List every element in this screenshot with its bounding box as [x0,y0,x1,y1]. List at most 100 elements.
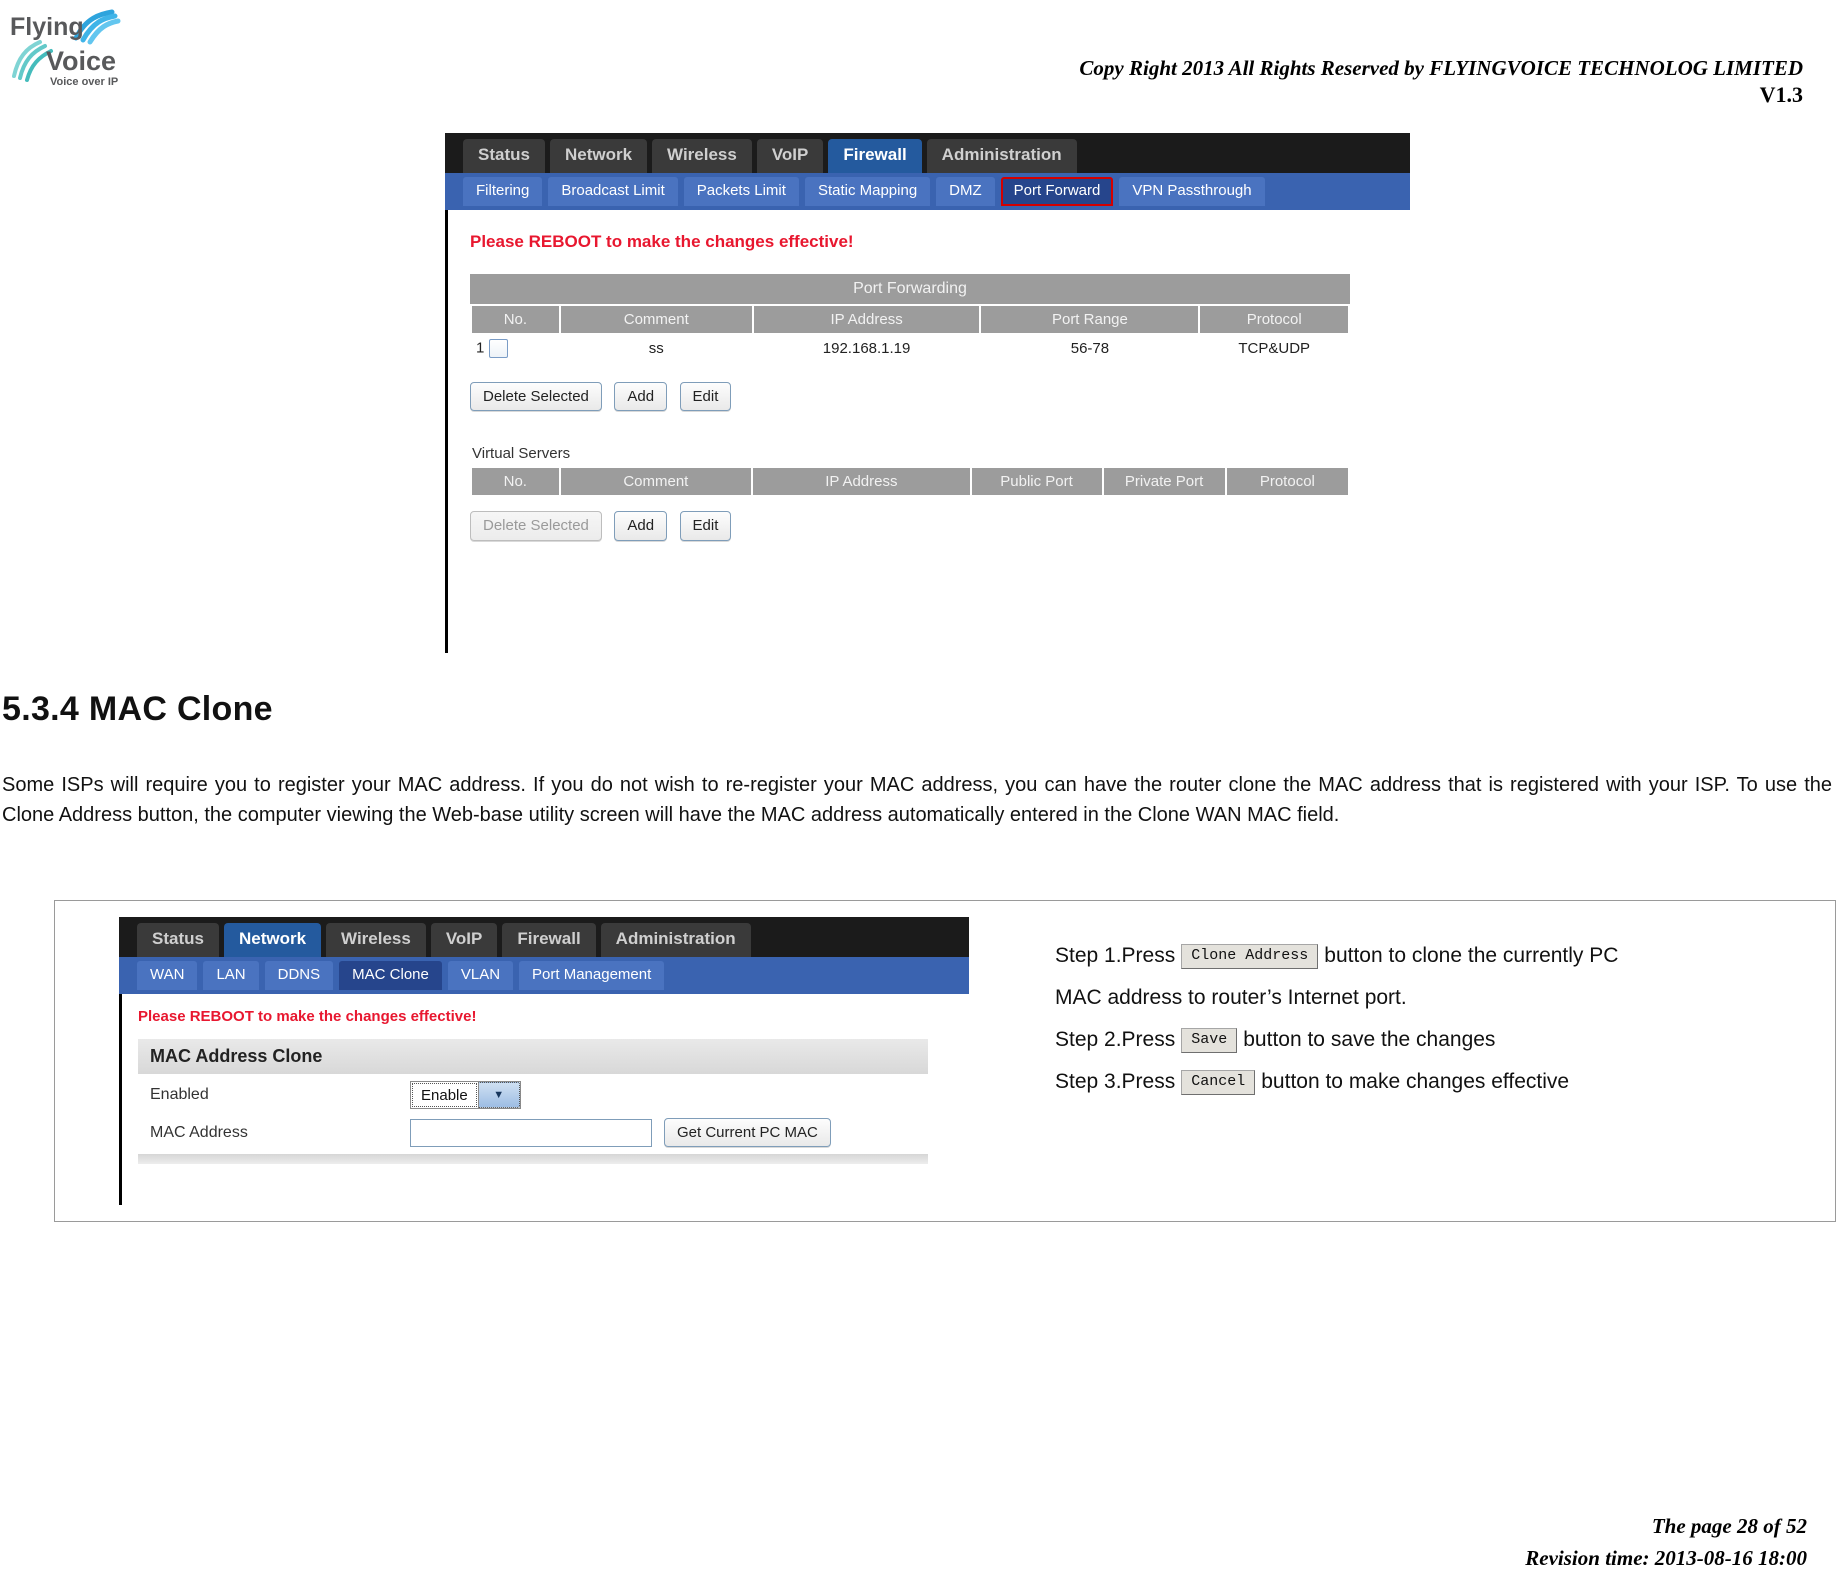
subtab-static-mapping[interactable]: Static Mapping [804,177,931,206]
clone-address-button[interactable]: Clone Address [1181,944,1319,969]
column-header: Public Port [971,468,1102,496]
enabled-select-value: Enable [412,1083,477,1107]
column-header: Protocol [1226,468,1348,496]
tab-wireless[interactable]: Wireless [652,139,752,173]
tab-administration[interactable]: Administration [600,923,751,957]
virtual-servers-title: Virtual Servers [472,445,571,463]
section-paragraph: Some ISPs will require you to register y… [2,774,1832,826]
mac-clone-screenshot: Status Network Wireless VoIP Firewall Adminis… [119,917,969,1205]
enabled-label: Enabled [150,1086,209,1103]
edit-button-pf[interactable]: Edit [679,382,732,412]
step-suffix: button to save the changes [1243,1028,1496,1051]
column-header: Protocol [1200,306,1348,333]
page-title: 5.3.4 MAC Clone [2,690,273,728]
firewall-sub-tab-row[interactable]: Filtering Broadcast Limit Packets Limit Sta… [445,173,1410,210]
subtab-broadcast-limit[interactable]: Broadcast Limit [548,177,678,206]
tab-status[interactable]: Status [463,139,545,173]
column-header: IP Address [753,468,970,496]
save-button[interactable]: Save [1181,1028,1238,1053]
column-header: Comment [560,468,752,496]
edit-button-vs[interactable]: Edit [679,511,732,541]
tab-firewall[interactable]: Firewall [502,923,596,957]
mac-clone-figure: Status Network Wireless VoIP Firewall Adminis… [54,900,1836,1222]
ip-address-cell: 192.168.1.19 [753,335,980,362]
flyingvoice-logo: Flying Voice Voice over IP [8,8,138,90]
step-line: Step 1.Press Clone Address button to clone… [1055,935,1795,977]
mac-address-label: MAC Address [150,1123,248,1141]
tab-voip[interactable]: VoIP [756,139,824,173]
tab-wireless[interactable]: Wireless [326,923,426,957]
step-continuation: MAC address to router’s Internet port. [1055,986,1407,1009]
row-checkbox[interactable] [488,339,508,358]
protocol-cell: TCP&UDP [1200,335,1348,362]
subtab-lan[interactable]: LAN [203,961,259,990]
enabled-row: Enabled Enable ▼ [138,1074,928,1116]
chevron-down-icon[interactable]: ▼ [477,1082,520,1108]
port-range-cell: 56-78 [981,335,1199,362]
version-text: V1.3 [1759,82,1803,107]
table-row: 1 ss 192.168.1.19 56-78 TCP&UDP [472,335,1348,362]
mac-address-input[interactable] [410,1118,652,1147]
port-forwarding-actions[interactable]: Delete Selected Add Edit [470,382,1392,412]
cancel-button[interactable]: Cancel [1181,1070,1256,1095]
subtab-filtering[interactable]: Filtering [463,177,543,206]
subtab-port-management[interactable]: Port Management [519,961,665,990]
svg-text:Voice: Voice [46,46,116,76]
mac-clone-main-tab-row[interactable]: Status Network Wireless VoIP Firewall Adminis… [119,917,969,957]
tab-voip[interactable]: VoIP [430,923,498,957]
step-suffix: button to make changes effective [1261,1070,1570,1093]
add-button-pf[interactable]: Add [614,382,668,412]
subtab-wan[interactable]: WAN [137,961,198,990]
footer-revision: Revision time: 2013-08-16 18:00 [1525,1545,1807,1570]
page-header: Flying Voice Voice over IP Copy Right 20… [0,0,1837,118]
comment-cell: ss [560,335,752,362]
column-header: Comment [560,306,752,333]
get-current-pc-mac-button[interactable]: Get Current PC MAC [664,1118,831,1148]
port-forwarding-table: No. Comment IP Address Port Range Protocol 1… [470,304,1350,364]
firewall-main-tab-row[interactable]: Status Network Wireless VoIP Firewall Adminis… [445,133,1410,173]
port-forwarding-banner: Port Forwarding [470,274,1350,304]
step-line: Step 2.Press Save button to save the chang… [1055,1019,1795,1061]
enabled-select[interactable]: Enable ▼ [410,1081,521,1109]
subtab-packets-limit[interactable]: Packets Limit [683,177,799,206]
subtab-ddns[interactable]: DDNS [264,961,334,990]
step-prefix: Step 2.Press [1055,1028,1176,1051]
copyright-text: Copy Right 2013 All Rights Reserved by F… [1079,56,1803,80]
firewall-port-forward-screenshot: Status Network Wireless VoIP Firewall Adminis… [445,133,1410,653]
tab-status[interactable]: Status [137,923,219,957]
step-prefix: Step 3.Press [1055,1070,1176,1093]
delete-selected-button-vs[interactable]: Delete Selected [470,511,602,541]
tab-network[interactable]: Network [223,923,322,957]
add-button-vs[interactable]: Add [614,511,668,541]
mac-clone-navbar: Status Network Wireless VoIP Firewall Adminis… [119,917,969,994]
step-prefix: Step 1.Press [1055,944,1176,967]
row-number-cell: 1 [472,335,559,362]
mac-address-clone-header: MAC Address Clone [138,1039,928,1074]
column-header: Port Range [981,306,1199,333]
tab-network[interactable]: Network [549,139,648,173]
subtab-port-forward[interactable]: Port Forward [1000,177,1114,206]
delete-selected-button-pf[interactable]: Delete Selected [470,382,602,412]
tab-firewall[interactable]: Firewall [828,139,922,173]
step-line: Step 3.Press Cancel button to make changes… [1055,1061,1795,1103]
steps-instructions: Step 1.Press Clone Address button to clone… [1055,935,1795,1103]
subtab-vpn-passthrough[interactable]: VPN Passthrough [1119,177,1265,206]
port-forwarding-body: 1 ss 192.168.1.19 56-78 TCP&UDP [472,335,1348,362]
row-number: 1 [476,339,485,357]
mac-clone-sub-tab-row[interactable]: WAN LAN DDNS MAC Clone VLAN Port Management [119,957,969,994]
page-footer: The page 28 of 52 Revision time: 2013-08… [1525,1511,1807,1574]
subtab-vlan[interactable]: VLAN [447,961,514,990]
tab-administration[interactable]: Administration [926,139,1077,173]
reboot-notice: Please REBOOT to make the changes effect… [470,232,854,251]
subtab-mac-clone[interactable]: MAC Clone [339,961,442,990]
subtab-dmz[interactable]: DMZ [936,177,995,206]
mac-address-row: MAC Address Get Current PC MAC [138,1116,928,1154]
mac-clone-reboot-notice: Please REBOOT to make the changes effect… [138,1008,477,1025]
virtual-servers-actions[interactable]: Delete Selected Add Edit [470,511,1392,541]
virtual-servers-header-row: No. Comment IP Address Public Port Private P… [472,468,1348,496]
port-forwarding-header-row: No. Comment IP Address Port Range Protocol [472,306,1348,333]
virtual-servers-table: No. Comment IP Address Public Port Private P… [470,466,1350,497]
footer-page-number: The page 28 of 52 [1651,1514,1807,1538]
firewall-navbar: Status Network Wireless VoIP Firewall Adminis… [445,133,1410,210]
column-header: No. [472,306,559,333]
